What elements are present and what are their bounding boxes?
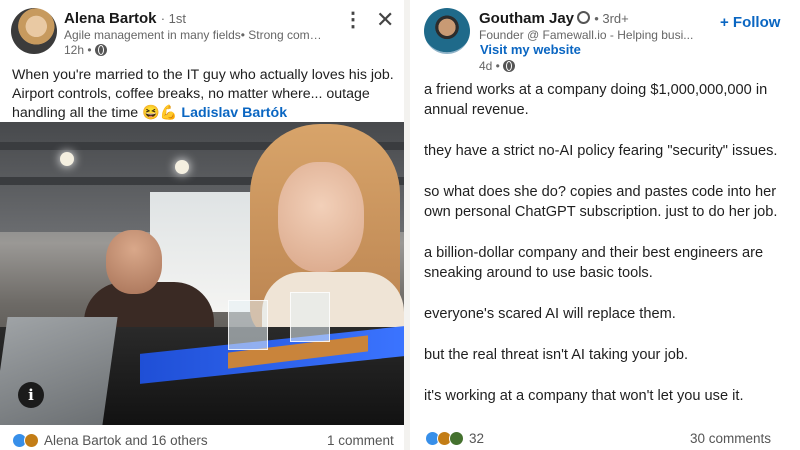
photo-light xyxy=(175,160,189,174)
post-time: 12h • xyxy=(64,43,107,57)
close-icon[interactable]: ✕ xyxy=(376,9,394,31)
photo-glass xyxy=(290,292,330,342)
author-headline: Founder @ Famewall.io - Helping busi... xyxy=(479,28,694,42)
post-paragraph: a friend works at a company doing $1,000… xyxy=(424,82,768,118)
author-avatar[interactable] xyxy=(424,8,470,54)
post-paragraph: so what does she do? copies and pastes c… xyxy=(424,184,778,220)
post-body: a friend works at a company doing $1,000… xyxy=(424,80,790,427)
comments-count[interactable]: 1 comment xyxy=(327,433,394,448)
time-label: 12h • xyxy=(64,43,92,57)
comments-count[interactable]: 30 comments xyxy=(690,431,771,446)
funny-reaction-icon xyxy=(24,433,39,448)
author-name[interactable]: Alena Bartok xyxy=(64,10,157,27)
reactions-text[interactable]: Alena Bartok and 16 others xyxy=(44,433,208,448)
photo-glass xyxy=(228,300,268,350)
author-name[interactable]: Goutham Jay xyxy=(479,10,574,27)
post-paragraph: a billion-dollar company and their best … xyxy=(424,245,764,281)
follow-button[interactable]: + Follow xyxy=(720,14,780,31)
info-icon[interactable]: i xyxy=(18,382,44,408)
celebrate-reaction-icon xyxy=(449,431,464,446)
photo-woman-face xyxy=(278,162,364,272)
post-paragraph: but the real threat isn't AI taking your… xyxy=(424,347,689,363)
connection-degree: · 1st xyxy=(160,11,186,26)
connection-degree: • 3rd+ xyxy=(594,11,629,26)
author-avatar[interactable] xyxy=(11,8,57,54)
post-paragraph: they have a strict no-AI policy fearing … xyxy=(424,143,778,159)
post-divider xyxy=(404,0,410,450)
photo-laptop xyxy=(0,317,118,425)
more-options-icon[interactable]: ⋮ xyxy=(343,10,363,30)
post-body: When you're married to the IT guy who ac… xyxy=(12,66,400,123)
visit-website-link[interactable]: Visit my website xyxy=(480,42,581,57)
post-paragraph: everyone's scared AI will replace them. xyxy=(424,306,676,322)
globe-icon xyxy=(94,44,107,56)
photo-man-head xyxy=(106,230,162,294)
post-paragraph: it's working at a company that won't let… xyxy=(424,388,744,404)
post-photo[interactable]: i xyxy=(0,122,404,425)
author-name-line[interactable]: Goutham Jay • 3rd+ xyxy=(479,10,629,27)
time-label: 4d • xyxy=(479,59,500,73)
author-name-line[interactable]: Alena Bartok · 1st xyxy=(64,10,186,27)
reactions-summary[interactable]: Alena Bartok and 16 others xyxy=(12,433,208,448)
reactions-count[interactable]: 32 xyxy=(469,431,484,446)
reactions-summary[interactable]: 32 xyxy=(425,431,484,446)
post-time: 4d • xyxy=(479,59,515,73)
globe-icon xyxy=(502,60,515,72)
author-headline: Agile management in many fields• Strong … xyxy=(64,28,326,42)
photo-light xyxy=(60,152,74,166)
mention-link[interactable]: Ladislav Bartók xyxy=(181,105,287,121)
verified-icon xyxy=(577,11,591,24)
left-post-card: Alena Bartok · 1st Agile management in m… xyxy=(0,0,404,450)
